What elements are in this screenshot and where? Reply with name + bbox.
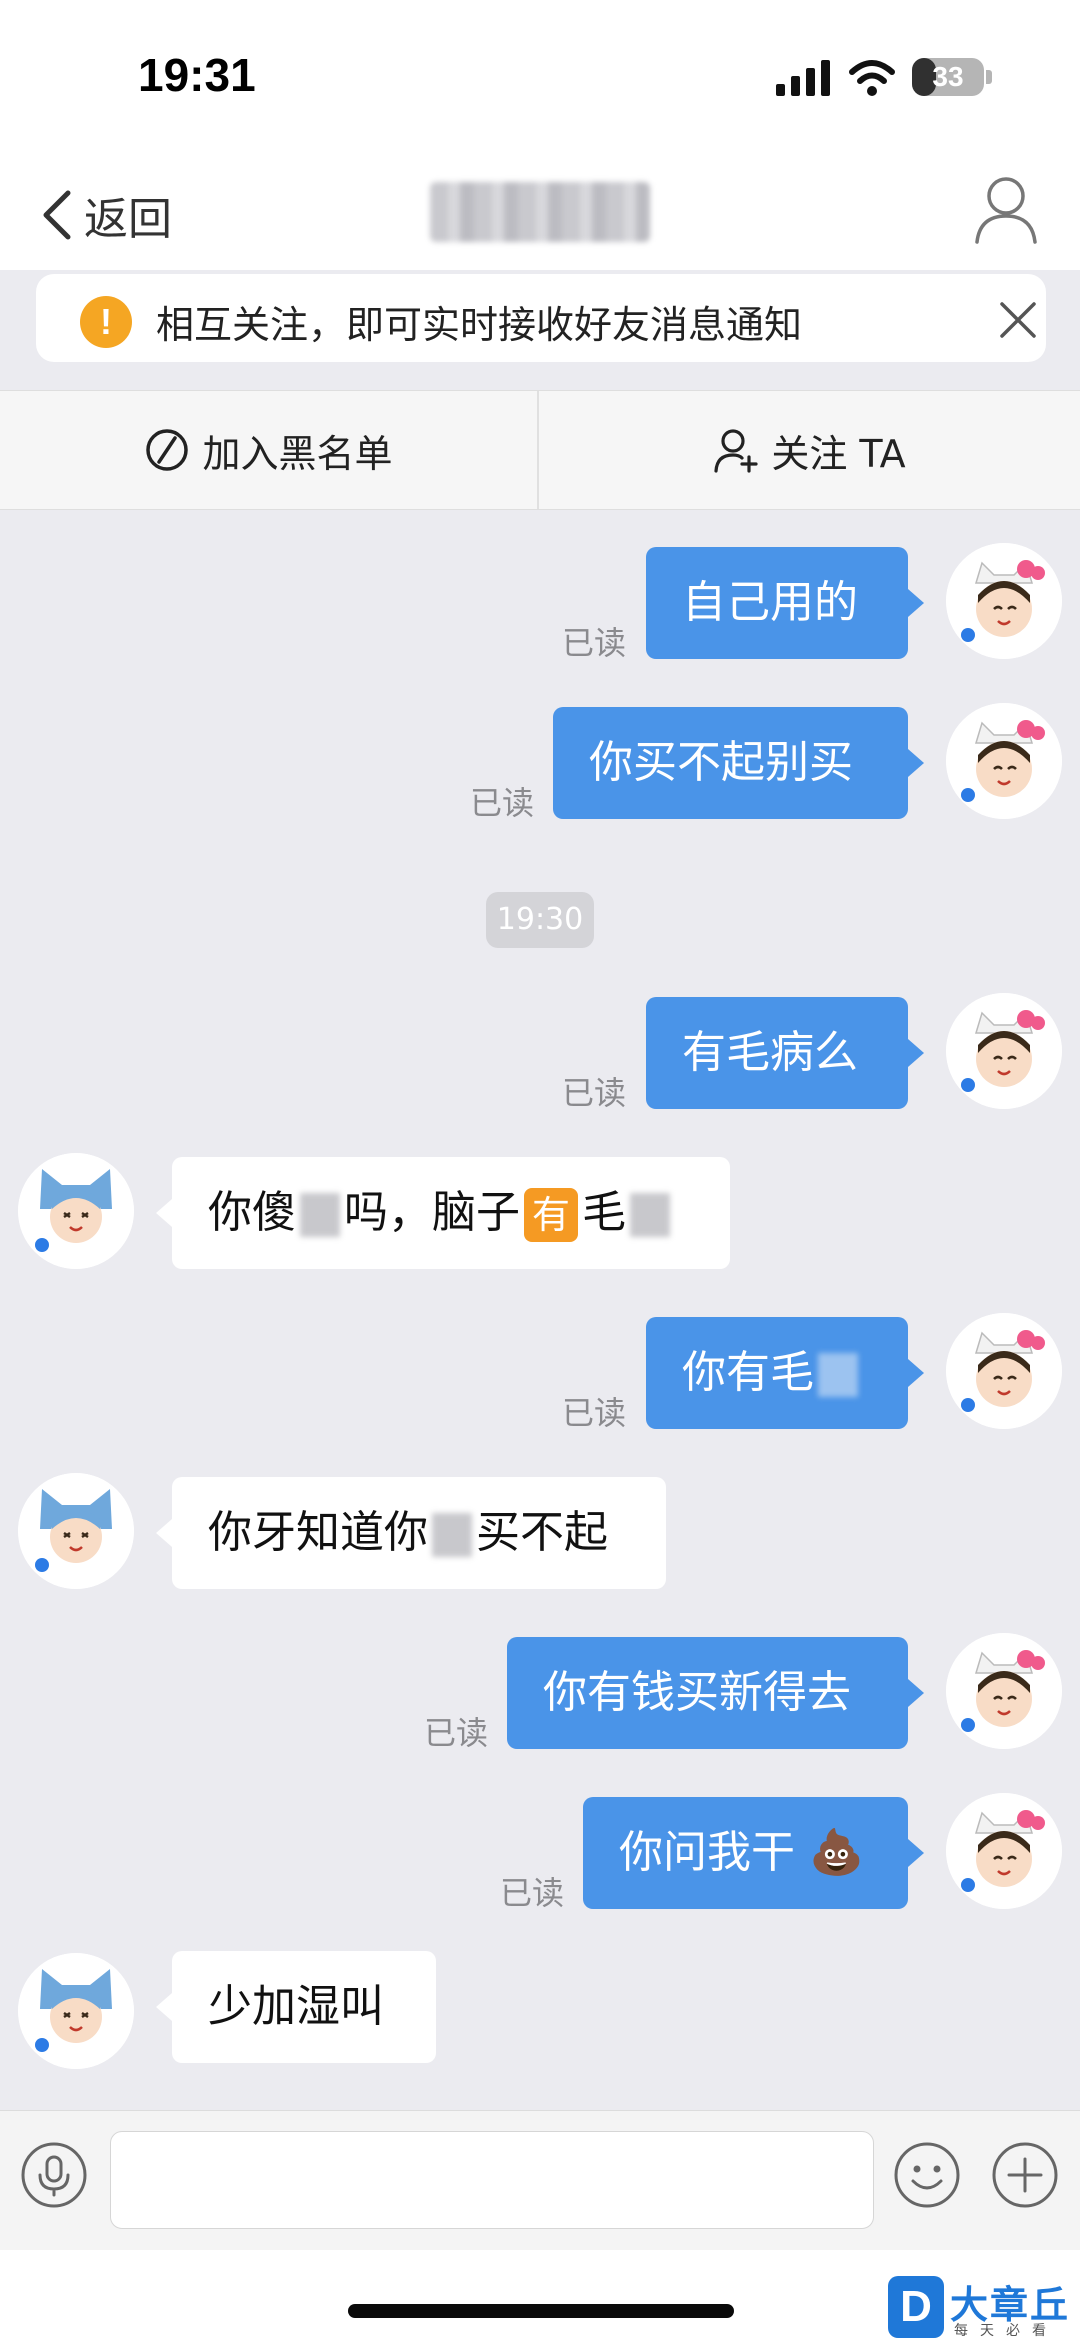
- read-status: 已读: [562, 1074, 627, 1112]
- message-text: 你牙知道你: [208, 1507, 428, 1558]
- chevron-left-icon: [43, 190, 71, 240]
- message-bubble-out[interactable]: 你买不起别买: [553, 707, 924, 819]
- user-profile-icon[interactable]: [972, 172, 1040, 244]
- smiley-icon[interactable]: [893, 2141, 961, 2209]
- read-status: 已读: [562, 624, 627, 662]
- blue-hat-boy-avatar-icon: [18, 1153, 134, 1269]
- watermark-subtitle: 每天必看: [954, 2323, 1058, 2339]
- nav-bar: 返回: [0, 160, 1080, 270]
- hello-kitty-avatar-icon: [946, 993, 1062, 1109]
- message-text: 你傻: [208, 1187, 296, 1238]
- timestamp-chip: 19:30: [486, 892, 594, 948]
- blurred-text: [818, 1353, 858, 1397]
- hello-kitty-avatar-icon: [946, 543, 1062, 659]
- notice-text: 相互关注，即可实时接收好友消息通知: [156, 303, 803, 347]
- back-button[interactable]: 返回: [40, 180, 172, 250]
- message-text: 你问我干: [619, 1827, 795, 1878]
- friend-avatar[interactable]: [18, 1473, 134, 1589]
- follow-notice: ! 相互关注，即可实时接收好友消息通知: [36, 274, 1046, 362]
- battery-icon: 33: [912, 58, 984, 96]
- read-status: 已读: [424, 1714, 489, 1752]
- watermark-logo: D: [888, 2276, 944, 2338]
- input-bar: [0, 2110, 1080, 2250]
- message-bubble-out[interactable]: 你有钱买新得去: [507, 1637, 924, 1749]
- self-avatar[interactable]: [946, 1633, 1062, 1749]
- self-avatar[interactable]: [946, 703, 1062, 819]
- message-bubble-out[interactable]: 你有毛: [646, 1317, 924, 1429]
- friend-avatar[interactable]: [18, 1153, 134, 1269]
- friend-avatar[interactable]: [18, 1953, 134, 2069]
- home-indicator[interactable]: [348, 2304, 734, 2318]
- block-icon: [146, 429, 189, 471]
- hello-kitty-avatar-icon: [946, 1793, 1062, 1909]
- plus-icon[interactable]: [991, 2141, 1059, 2209]
- message-text: 吗，脑子: [344, 1187, 520, 1238]
- status-bar: 19:31 33: [0, 0, 1080, 160]
- message-input[interactable]: [110, 2131, 874, 2229]
- add-user-icon: [714, 429, 758, 473]
- self-avatar[interactable]: [946, 1313, 1062, 1429]
- self-avatar[interactable]: [946, 1793, 1062, 1909]
- wifi-icon: [849, 60, 895, 96]
- follow-button[interactable]: 关注 TA: [539, 391, 1080, 509]
- battery-tip: [986, 70, 992, 84]
- message-text: 买不起: [476, 1507, 608, 1558]
- hello-kitty-avatar-icon: [946, 1313, 1062, 1429]
- signal-icon: [776, 60, 830, 96]
- blacklist-label: 加入黑名单: [202, 431, 393, 476]
- follow-label: 关注 TA: [771, 431, 906, 476]
- read-status: 已读: [562, 1394, 627, 1432]
- read-status: 已读: [500, 1874, 565, 1912]
- add-to-blacklist-button[interactable]: 加入黑名单: [0, 391, 537, 509]
- close-icon[interactable]: [996, 298, 1040, 342]
- poop-emoji: 💩: [809, 1827, 864, 1878]
- hello-kitty-avatar-icon: [946, 1633, 1062, 1749]
- message-text: 你有毛: [682, 1347, 814, 1398]
- exclamation-icon: !: [80, 296, 132, 348]
- nav-title-blurred: [430, 182, 650, 242]
- action-bar: 加入黑名单 关注 TA: [0, 390, 1080, 510]
- message-bubble-in[interactable]: 少加湿叫: [156, 1951, 436, 2063]
- message-bubble-out[interactable]: 有毛病么: [646, 997, 924, 1109]
- blurred-text: [432, 1513, 472, 1557]
- back-label: 返回: [84, 194, 172, 245]
- read-status: 已读: [470, 784, 535, 822]
- self-avatar[interactable]: [946, 543, 1062, 659]
- watermark: D 大章丘 每天必看: [884, 2274, 1080, 2341]
- blue-hat-boy-avatar-icon: [18, 1953, 134, 2069]
- self-avatar[interactable]: [946, 993, 1062, 1109]
- blurred-text: [630, 1193, 670, 1237]
- message-bubble-out[interactable]: 你问我干 💩: [583, 1797, 924, 1909]
- microphone-icon[interactable]: [20, 2141, 88, 2209]
- you-emoji: 有: [524, 1188, 578, 1242]
- chat-area[interactable]: 已读 自己用的 已读 你买不起别买 19:30 已读 有毛病么 你傻 吗，脑子 …: [0, 510, 1080, 2110]
- status-time: 19:31: [138, 49, 256, 101]
- message-bubble-in[interactable]: 你傻 吗，脑子有毛: [156, 1157, 730, 1269]
- message-bubble-in[interactable]: 你牙知道你 买不起: [156, 1477, 666, 1589]
- message-bubble-out[interactable]: 自己用的: [646, 547, 924, 659]
- hello-kitty-avatar-icon: [946, 703, 1062, 819]
- blurred-text: [300, 1193, 340, 1237]
- message-text: 毛: [582, 1187, 626, 1238]
- notice-area: ! 相互关注，即可实时接收好友消息通知: [0, 270, 1080, 390]
- battery-percentage: 33: [932, 61, 964, 92]
- blue-hat-boy-avatar-icon: [18, 1473, 134, 1589]
